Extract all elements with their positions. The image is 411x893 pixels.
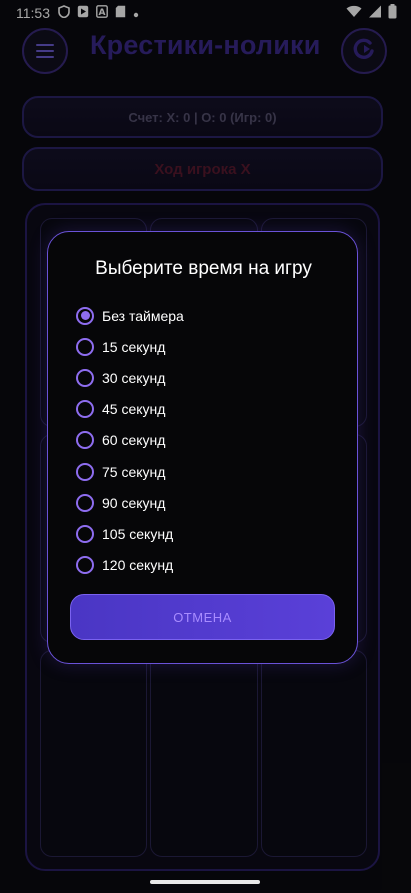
dialog-title: Выберите время на игру bbox=[95, 258, 312, 279]
radio-unselected-icon[interactable] bbox=[76, 556, 94, 575]
timer-option[interactable]: 45 секунд bbox=[76, 394, 184, 425]
timer-option[interactable]: 60 секунд bbox=[76, 425, 184, 456]
cancel-button[interactable]: ОТМЕНА bbox=[70, 594, 335, 640]
radio-unselected-icon[interactable] bbox=[76, 368, 94, 387]
timer-option-label: 45 секунд bbox=[102, 401, 166, 418]
radio-unselected-icon[interactable] bbox=[76, 462, 94, 481]
radio-selected-icon[interactable] bbox=[76, 306, 94, 325]
timer-option-label: 120 секунд bbox=[102, 557, 174, 574]
timer-option-label: 75 секунд bbox=[102, 463, 166, 480]
timer-option[interactable]: 30 секунд bbox=[76, 362, 184, 393]
radio-unselected-icon[interactable] bbox=[76, 431, 94, 450]
timer-option[interactable]: 75 секунд bbox=[76, 456, 184, 487]
timer-option-label: 15 секунд bbox=[102, 338, 166, 355]
radio-unselected-icon[interactable] bbox=[76, 524, 94, 543]
timer-option[interactable]: 15 секунд bbox=[76, 331, 184, 362]
timer-option-label: 60 секунд bbox=[102, 432, 166, 449]
timer-option-label: 90 секунд bbox=[102, 494, 166, 511]
timer-option-label: 105 секунд bbox=[102, 525, 174, 542]
radio-unselected-icon[interactable] bbox=[76, 400, 94, 419]
timer-options: Без таймера 15 секунд 30 секунд 45 секунд 60… bbox=[76, 300, 184, 581]
timer-option[interactable]: Без таймера bbox=[76, 300, 184, 331]
timer-option-label: Без таймера bbox=[102, 307, 184, 324]
radio-unselected-icon[interactable] bbox=[76, 337, 94, 356]
gesture-bar[interactable] bbox=[150, 880, 260, 884]
timer-dialog: Выберите время на игру Без таймера 15 сек… bbox=[47, 231, 358, 664]
timer-option[interactable]: 90 секунд bbox=[76, 487, 184, 518]
timer-option-label: 30 секунд bbox=[102, 369, 166, 386]
radio-unselected-icon[interactable] bbox=[76, 493, 94, 512]
timer-option[interactable]: 120 секунд bbox=[76, 550, 184, 581]
timer-option[interactable]: 105 секунд bbox=[76, 518, 184, 549]
